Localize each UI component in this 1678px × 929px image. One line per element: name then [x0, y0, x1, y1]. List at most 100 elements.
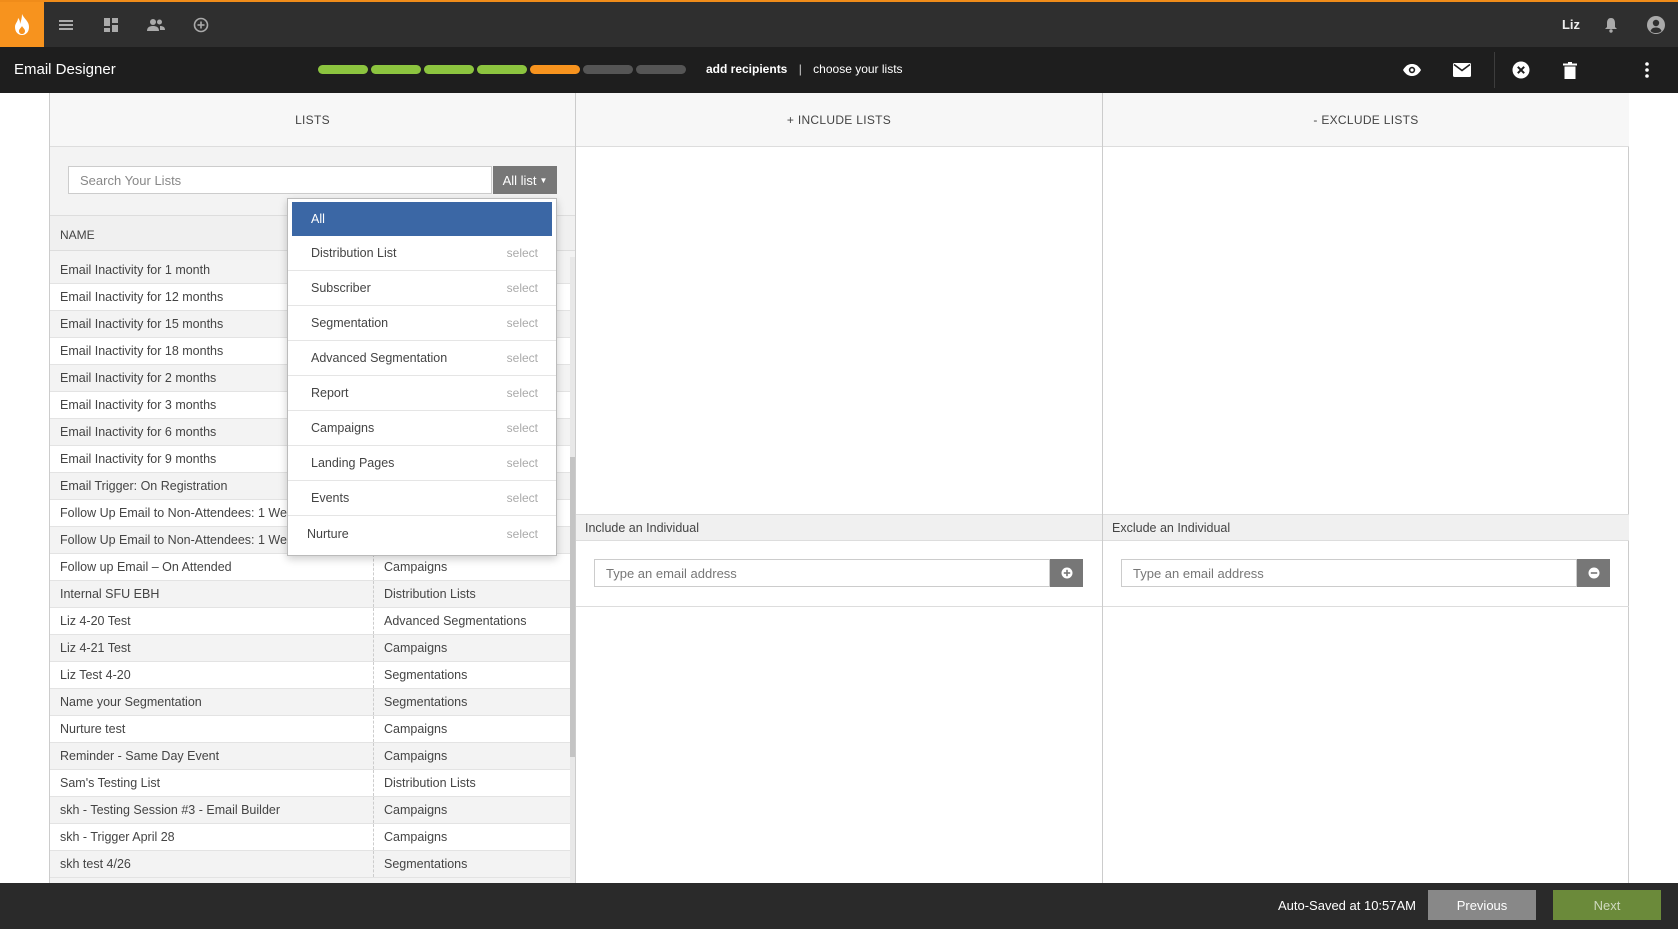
dropdown-item[interactable]: Subscriber select — [288, 271, 556, 306]
exclude-email-input[interactable]: Type an email address — [1121, 559, 1577, 587]
next-button[interactable]: Next — [1553, 890, 1661, 920]
table-row[interactable]: Reminder - Same Day Event Campaigns — [50, 743, 572, 770]
step-label: add recipients — [706, 62, 788, 76]
include-email-input[interactable]: Type an email address — [594, 559, 1050, 587]
table-row[interactable]: Sam's Testing List Distribution Lists — [50, 770, 572, 797]
row-type: Segmentations — [384, 695, 468, 709]
dropdown-item-label: Segmentation — [311, 316, 389, 330]
progress-step-7 — [636, 65, 686, 74]
row-name: Reminder - Same Day Event — [50, 743, 374, 769]
top-navigation-bar: Liz — [0, 0, 1678, 47]
toolbar-divider — [1494, 52, 1495, 88]
row-type: Distribution Lists — [384, 776, 476, 790]
dropdown-item[interactable]: Distribution List select — [288, 236, 556, 271]
lists-scrollbar[interactable] — [570, 257, 575, 883]
row-name: Sam's Testing List — [50, 770, 374, 796]
dropdown-item-label: Distribution List — [311, 246, 397, 260]
row-type: Advanced Segmentations — [384, 614, 527, 628]
add-circle-icon[interactable] — [190, 14, 212, 36]
menu-icon[interactable] — [55, 14, 77, 36]
dropdown-item-label: Advanced Segmentation — [311, 351, 448, 365]
include-individual-label: Include an Individual — [576, 514, 1102, 541]
autosave-status: Auto-Saved at 10:57AM — [1277, 898, 1416, 913]
trash-icon[interactable] — [1558, 58, 1582, 82]
table-row[interactable]: Liz Test 4-20 Segmentations — [50, 662, 572, 689]
account-icon[interactable] — [1645, 14, 1667, 36]
dropdown-item[interactable]: Advanced Segmentation select — [288, 341, 556, 376]
list-filter-label: All list — [502, 172, 537, 188]
step-separator: | — [798, 62, 802, 76]
table-row[interactable]: Liz 4-20 Test Advanced Segmentations — [50, 608, 572, 635]
row-type: Campaigns — [384, 830, 448, 844]
progress-step-2 — [371, 65, 421, 74]
dropdown-item[interactable]: Landing Pages select — [288, 446, 556, 481]
eye-icon[interactable] — [1400, 58, 1424, 82]
lists-header: LISTS — [50, 93, 575, 147]
dropdown-item-label: All — [311, 212, 325, 226]
dropdown-item[interactable]: Report select — [288, 376, 556, 411]
exclude-lists-column: - EXCLUDE LISTS Exclude an Individual Ty… — [1103, 93, 1629, 883]
dropdown-item[interactable]: Segmentation select — [288, 306, 556, 341]
dropdown-item-label: Nurture — [307, 526, 349, 541]
close-circle-icon[interactable] — [1509, 58, 1533, 82]
row-type: Segmentations — [384, 668, 468, 682]
previous-button[interactable]: Previous — [1428, 890, 1536, 920]
list-type-dropdown-menu: All Distribution List select Subscriber sele… — [287, 198, 557, 556]
row-name: Name your Segmentation — [50, 689, 374, 715]
progress-steps — [318, 65, 686, 74]
dropdown-item-action: select — [506, 316, 538, 330]
mail-icon[interactable] — [1450, 58, 1474, 82]
dropdown-item-action: select — [506, 351, 538, 365]
table-row[interactable]: Internal SFU EBH Distribution Lists — [50, 581, 572, 608]
row-name: skh test 4/26 — [50, 851, 374, 877]
recipients-panel: LISTS Search Your Lists All list ▼ NAME … — [49, 93, 1629, 883]
progress-step-5 — [530, 65, 580, 74]
progress-step-1 — [318, 65, 368, 74]
row-type: Campaigns — [384, 749, 448, 763]
remove-circle-icon[interactable] — [1577, 559, 1610, 587]
row-type: Campaigns — [384, 803, 448, 817]
row-name: Liz 4-21 Test — [50, 635, 374, 661]
bell-icon[interactable] — [1600, 14, 1622, 36]
table-row[interactable]: Liz 4-21 Test Campaigns — [50, 635, 572, 662]
table-row[interactable]: Follow up Email – On Attended Campaigns — [50, 554, 572, 581]
dropdown-item-action: select — [506, 281, 538, 295]
row-name: Liz 4-20 Test — [50, 608, 374, 634]
dropdown-item-action: select — [506, 456, 538, 470]
row-type: Distribution Lists — [384, 587, 476, 601]
dropdown-item-label: Landing Pages — [311, 456, 395, 470]
row-name: Internal SFU EBH — [50, 581, 374, 607]
dropdown-item-action: select — [506, 526, 538, 541]
row-name: skh - Testing Session #3 - Email Builder — [50, 797, 374, 823]
progress-step-3 — [424, 65, 474, 74]
add-circle-icon[interactable] — [1050, 559, 1083, 587]
dropdown-item[interactable]: Campaigns select — [288, 411, 556, 446]
dropdown-item[interactable]: Nurture select — [288, 516, 556, 551]
dropdown-item-label: Subscriber — [311, 281, 371, 295]
dropdown-item[interactable]: Events select — [288, 481, 556, 516]
flame-logo-icon[interactable] — [0, 2, 44, 47]
user-name[interactable]: Liz — [1562, 17, 1580, 32]
list-filter-dropdown-button[interactable]: All list ▼ — [493, 166, 557, 194]
dropdown-item[interactable]: All — [292, 202, 552, 236]
row-type: Campaigns — [384, 641, 448, 655]
scrollbar-thumb[interactable] — [570, 457, 575, 757]
table-row[interactable]: skh - Trigger April 28 Campaigns — [50, 824, 572, 851]
table-row[interactable]: skh test 4/26 Segmentations — [50, 851, 572, 878]
search-lists-input[interactable]: Search Your Lists — [68, 166, 492, 194]
dropdown-item-action: select — [506, 421, 538, 435]
exclude-lists-header: - EXCLUDE LISTS — [1103, 93, 1629, 147]
table-row[interactable]: Name your Segmentation Segmentations — [50, 689, 572, 716]
footer-bar: Auto-Saved at 10:57AM Previous Next — [0, 883, 1678, 929]
more-vert-icon[interactable] — [1635, 58, 1659, 82]
table-row[interactable]: Nurture test Campaigns — [50, 716, 572, 743]
sub-step-label: choose your lists — [813, 62, 903, 76]
row-type: Campaigns — [384, 560, 448, 574]
dashboard-icon[interactable] — [100, 14, 122, 36]
contacts-icon[interactable] — [145, 14, 167, 36]
dropdown-item-label: Events — [311, 491, 350, 505]
progress-step-6 — [583, 65, 633, 74]
table-row[interactable]: skh - Testing Session #3 - Email Builder… — [50, 797, 572, 824]
caret-down-icon: ▼ — [539, 175, 548, 185]
row-name: Liz Test 4-20 — [50, 662, 374, 688]
